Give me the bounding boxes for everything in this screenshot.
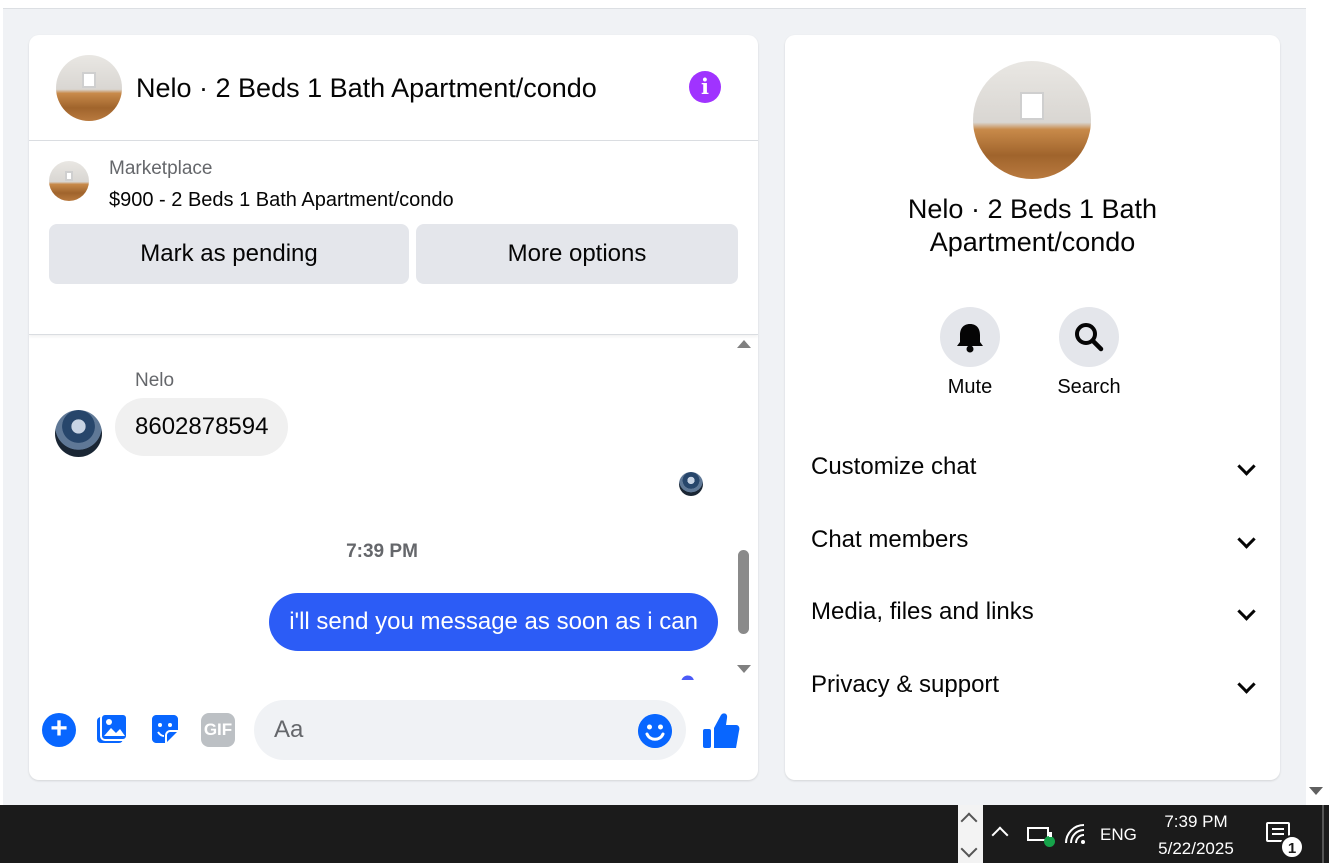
windows-taskbar: ENG 7:39 PM 5/22/2025 1 (0, 805, 1329, 863)
thread-scroll-down-arrow[interactable] (737, 665, 751, 673)
thread-scroll-up-arrow[interactable] (737, 340, 751, 348)
page-scroll-down-arrow[interactable] (1309, 787, 1323, 795)
conversation-info-panel: Nelo · 2 Beds 1 Bath Apartment/condo Mut… (785, 35, 1280, 780)
chevron-down-icon (1237, 457, 1256, 476)
search-icon[interactable] (1059, 307, 1119, 367)
sender-avatar[interactable] (55, 410, 102, 457)
chevron-down-icon (1237, 602, 1256, 621)
more-options-button[interactable]: More options (416, 224, 738, 284)
clock-time[interactable]: 7:39 PM (1150, 812, 1242, 832)
sender-name: Nelo (135, 370, 175, 391)
gif-icon[interactable]: GIF (201, 713, 235, 747)
section-label: Customize chat (811, 453, 977, 480)
taskbar-scroll-buttons[interactable] (958, 805, 983, 863)
chat-panel: Nelo · 2 Beds 1 Bath Apartment/condo i M… (29, 35, 758, 780)
mute-button[interactable]: Mute (930, 307, 1010, 399)
outgoing-message-bubble[interactable]: i'll send you message as soon as i can (269, 593, 718, 651)
page-scrollbar-track[interactable] (1306, 0, 1329, 805)
section-label: Media, files and links (811, 598, 1034, 625)
conversation-photo[interactable] (973, 61, 1091, 179)
mark-as-pending-button[interactable]: Mark as pending (49, 224, 409, 284)
chevron-down-icon (1237, 530, 1256, 549)
plus-icon[interactable]: + (42, 713, 76, 747)
thumbs-up-sent-icon (681, 675, 694, 680)
thread-scrollbar[interactable] (735, 335, 752, 680)
chat-title[interactable]: Nelo · 2 Beds 1 Bath Apartment/condo (136, 73, 597, 104)
listing-source: Marketplace (109, 158, 213, 179)
info-icon[interactable]: i (689, 71, 721, 103)
thumbs-up-icon[interactable] (702, 712, 740, 750)
notification-count-badge: 1 (1280, 835, 1304, 859)
emoji-icon[interactable] (638, 714, 672, 748)
chat-avatar[interactable] (56, 55, 122, 121)
thread-scroll-thumb[interactable] (738, 550, 749, 634)
message-composer: + GIF (29, 695, 758, 765)
incoming-message-bubble[interactable]: 8602878594 (115, 398, 289, 456)
wifi-icon[interactable] (1064, 823, 1086, 845)
message-timestamp: 7:39 PM (346, 541, 418, 562)
clock-date[interactable]: 5/22/2025 (1150, 839, 1242, 859)
sticker-icon[interactable] (148, 713, 182, 747)
search-in-conversation-button[interactable]: Search (1049, 307, 1129, 399)
page-left-edge (0, 0, 3, 805)
section-label: Privacy & support (811, 671, 1000, 698)
show-desktop-button[interactable] (1322, 805, 1324, 863)
show-hidden-icons-chevron-icon[interactable] (991, 826, 1009, 844)
bell-icon[interactable] (940, 307, 1000, 367)
message-thread[interactable]: Nelo 8602878594 7:39 PM i'll send you me… (29, 335, 758, 680)
section-chat-members[interactable]: Chat members (811, 520, 1256, 560)
seen-receipt-avatar (679, 472, 703, 496)
browser-top-edge (0, 0, 1306, 9)
listing-thumbnail[interactable] (49, 161, 89, 201)
listing-price-title[interactable]: $900 - 2 Beds 1 Bath Apartment/condo (109, 189, 454, 212)
chevron-down-icon[interactable] (960, 840, 978, 858)
message-input[interactable] (254, 700, 686, 760)
battery-icon[interactable] (1027, 827, 1055, 847)
chat-header: Nelo · 2 Beds 1 Bath Apartment/condo i (29, 35, 758, 141)
section-privacy-support[interactable]: Privacy & support (811, 665, 1256, 705)
chevron-up-icon[interactable] (960, 812, 978, 830)
section-media-files-links[interactable]: Media, files and links (811, 592, 1256, 632)
input-language-indicator[interactable]: ENG (1100, 825, 1137, 845)
mute-label: Mute (947, 376, 993, 398)
photo-icon[interactable] (95, 713, 129, 747)
marketplace-listing-bar: Marketplace $900 - 2 Beds 1 Bath Apartme… (29, 141, 758, 335)
section-customize-chat[interactable]: Customize chat (811, 447, 1256, 487)
search-label: Search (1057, 376, 1121, 398)
chevron-down-icon (1237, 675, 1256, 694)
conversation-name: Nelo · 2 Beds 1 Bath Apartment/condo (907, 194, 1158, 257)
section-label: Chat members (811, 526, 969, 553)
